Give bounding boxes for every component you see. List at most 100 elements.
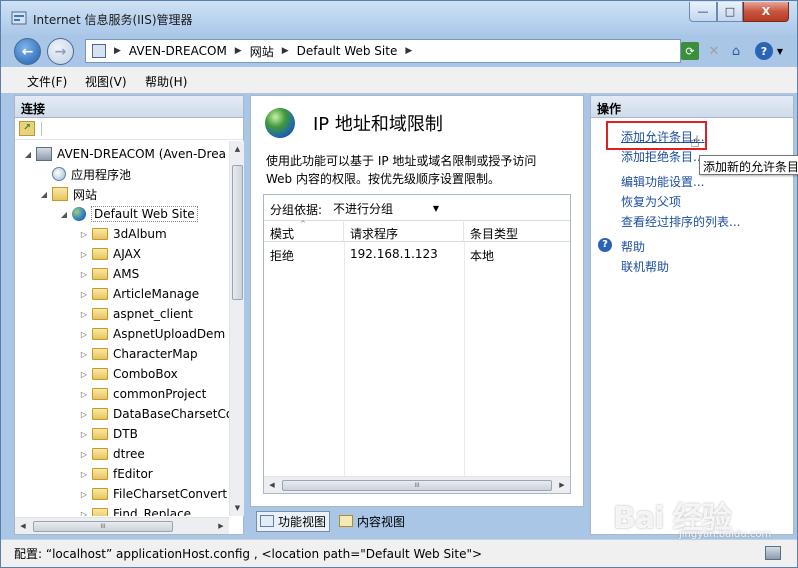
tree-vertical-scrollbar[interactable]: ▲ ▼	[229, 141, 244, 516]
breadcrumb-server[interactable]: AVEN-DREACOM	[129, 44, 227, 58]
column-header-requester[interactable]: 请求程序	[344, 222, 464, 242]
tree-item-folder[interactable]: ▷ ArticleManage	[79, 284, 199, 304]
cell-mode: 拒绝	[270, 249, 295, 263]
column-header-mode[interactable]: 模式 ^	[264, 220, 344, 242]
tree-item-sites[interactable]: ◢ 网站	[39, 184, 97, 204]
expand-icon[interactable]: ▷	[79, 290, 89, 299]
tree-item-folder[interactable]: ▷ CharacterMap	[79, 344, 198, 364]
tree-item-folder[interactable]: ▷ 3dAlbum	[79, 224, 167, 244]
expand-icon[interactable]: ▷	[79, 250, 89, 259]
help-dropdown-icon[interactable]: ▼	[775, 42, 785, 60]
scroll-thumb[interactable]: III	[282, 480, 552, 491]
breadcrumb-separator-icon[interactable]: ▶	[405, 46, 412, 56]
help-icon: ?	[598, 238, 612, 252]
folder-icon	[92, 468, 108, 480]
tree-item-folder[interactable]: ▷ aspnet_client	[79, 304, 193, 324]
features-view-tab[interactable]: 功能视图	[256, 510, 331, 532]
scroll-thumb[interactable]	[232, 165, 243, 300]
folder-icon	[92, 348, 108, 360]
chevron-down-icon[interactable]: ▼	[433, 204, 439, 213]
scroll-right-icon[interactable]: ▶	[554, 477, 570, 494]
expand-icon[interactable]: ▷	[79, 430, 89, 439]
tree-item-label: DataBaseCharsetCo	[113, 407, 229, 421]
expand-icon[interactable]: ▷	[79, 330, 89, 339]
collapse-icon[interactable]: ◢	[59, 210, 69, 219]
maximize-button[interactable]: □	[717, 2, 743, 22]
menu-view[interactable]: 视图(V)	[85, 73, 127, 90]
help-link[interactable]: 帮助	[621, 238, 645, 255]
restrictions-list[interactable]: 分组依据: 不进行分组 ▼ 模式 ^ 请求程序 条目类型 拒绝 192.168.…	[263, 194, 571, 494]
menu-file[interactable]: 文件(F)	[27, 73, 67, 90]
navigation-bar: ← → ▶ AVEN-DREACOM ▶ 网站 ▶ Default Web Si…	[7, 35, 793, 67]
tree-item-folder[interactable]: ▷ dtree	[79, 444, 145, 464]
view-ordered-list-link[interactable]: 查看经过排序的列表...	[621, 213, 740, 230]
breadcrumb-default-web-site[interactable]: Default Web Site	[297, 44, 398, 58]
column-header-entry-type[interactable]: 条目类型	[464, 222, 570, 242]
scroll-left-icon[interactable]: ◀	[264, 477, 280, 494]
expand-icon[interactable]: ▷	[79, 410, 89, 419]
tree-item-folder[interactable]: ▷ DataBaseCharsetCo	[79, 404, 229, 424]
tree-item-folder[interactable]: ▷ FileCharsetConvert	[79, 484, 227, 504]
scroll-up-icon[interactable]: ▲	[230, 141, 245, 157]
stop-icon[interactable]: ✕	[705, 42, 723, 60]
connections-tree[interactable]: ◢ AVEN-DREACOM (Aven-Drea 应用程序池 ◢ 网站 ◢ D…	[15, 141, 229, 516]
tree-item-folder[interactable]: ▷ fEditor	[79, 464, 153, 484]
tree-item-folder[interactable]: ▷ Find_Replace	[79, 504, 191, 516]
revert-to-parent-link[interactable]: 恢复为父项	[621, 193, 681, 210]
help-icon[interactable]: ?	[755, 42, 773, 60]
tree-item-server[interactable]: ◢ AVEN-DREACOM (Aven-Drea	[23, 144, 226, 164]
scroll-right-icon[interactable]: ▶	[213, 518, 229, 535]
table-row[interactable]: 拒绝 192.168.1.123 本地	[264, 244, 570, 266]
breadcrumb-separator-icon[interactable]: ▶	[282, 46, 289, 56]
scroll-left-icon[interactable]: ◀	[15, 518, 31, 535]
close-button[interactable]: X	[743, 2, 789, 22]
list-horizontal-scrollbar[interactable]: ◀ III ▶	[264, 476, 570, 493]
toolbar-separator	[41, 122, 42, 136]
tree-item-folder[interactable]: ▷ commonProject	[79, 384, 206, 404]
online-help-link[interactable]: 联机帮助	[621, 258, 669, 275]
status-text: 配置: “localhost” applicationHost.config ,…	[14, 547, 483, 561]
edit-feature-settings-link[interactable]: 编辑功能设置...	[621, 173, 704, 190]
expand-icon[interactable]: ▷	[79, 390, 89, 399]
column-header-row: 模式 ^ 请求程序 条目类型	[264, 220, 570, 242]
address-bar[interactable]: ▶ AVEN-DREACOM ▶ 网站 ▶ Default Web Site ▶	[85, 39, 681, 63]
breadcrumb-sites[interactable]: 网站	[250, 43, 274, 60]
expand-icon[interactable]: ▷	[79, 450, 89, 459]
group-by-select[interactable]: 不进行分组 ▼	[328, 198, 444, 218]
tree-item-folder[interactable]: ▷ AspnetUploadDem	[79, 324, 225, 344]
expand-icon[interactable]: ▷	[79, 230, 89, 239]
tree-item-app-pools[interactable]: 应用程序池	[39, 164, 131, 184]
expand-icon[interactable]: ▷	[79, 270, 89, 279]
expand-icon[interactable]: ▷	[79, 470, 89, 479]
tree-item-default-web-site[interactable]: ◢ Default Web Site	[59, 204, 198, 224]
expand-icon[interactable]: ▷	[79, 370, 89, 379]
address-root-icon	[92, 44, 106, 58]
tree-horizontal-scrollbar[interactable]: ◀ III ▶	[15, 517, 229, 534]
folder-icon	[92, 428, 108, 440]
connections-panel: 连接 ↗ ◢ AVEN-DREACOM (Aven-Drea 应用程序池 ◢ 网…	[14, 95, 244, 535]
forward-button[interactable]: →	[47, 38, 74, 65]
home-icon[interactable]: ⌂	[727, 42, 745, 60]
tree-item-folder[interactable]: ▷ AMS	[79, 264, 139, 284]
tree-item-folder[interactable]: ▷ DTB	[79, 424, 138, 444]
expand-icon[interactable]: ▷	[79, 490, 89, 499]
back-button[interactable]: ←	[14, 38, 41, 65]
column-divider	[464, 242, 465, 477]
content-view-tab[interactable]: 内容视图	[336, 512, 408, 531]
refresh-icon[interactable]: ⟳	[681, 42, 699, 60]
collapse-icon[interactable]: ◢	[23, 150, 33, 159]
collapse-icon[interactable]: ◢	[39, 190, 49, 199]
expand-icon[interactable]: ▷	[79, 310, 89, 319]
scroll-thumb[interactable]: III	[33, 521, 173, 532]
connect-icon[interactable]: ↗	[19, 121, 35, 136]
scroll-down-icon[interactable]: ▼	[230, 500, 245, 516]
menu-help[interactable]: 帮助(H)	[145, 73, 187, 90]
tree-item-folder[interactable]: ▷ AJAX	[79, 244, 141, 264]
breadcrumb-separator-icon[interactable]: ▶	[114, 46, 121, 56]
tree-item-folder[interactable]: ▷ ComboBox	[79, 364, 178, 384]
minimize-button[interactable]: —	[689, 2, 717, 22]
expand-icon[interactable]: ▷	[79, 510, 89, 517]
breadcrumb-separator-icon[interactable]: ▶	[235, 46, 242, 56]
iis-app-icon	[11, 10, 27, 26]
expand-icon[interactable]: ▷	[79, 350, 89, 359]
